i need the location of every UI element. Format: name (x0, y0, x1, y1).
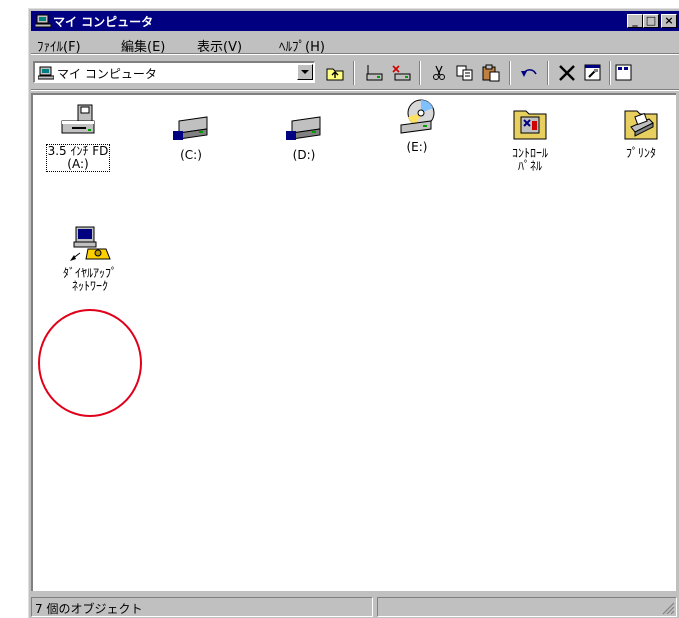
item-drive-d[interactable]: (D:) (259, 107, 349, 162)
disconnect-drive-icon (392, 65, 411, 81)
content-pane[interactable]: 3.5 ｲﾝﾁ FD (A:) (C:) (D:) (E:) ｺﾝﾄﾛｰﾙ ﾊﾟ… (31, 93, 676, 591)
status-panel-main: 7 個のオブジェクト (31, 597, 373, 617)
item-drive-c[interactable]: (C:) (146, 107, 236, 162)
close-button[interactable]: × (661, 14, 677, 28)
explorer-window: マイ コンピュータ _ □ × ﾌｧｲﾙ(F) 編集(E) 表示(V) ﾍﾙﾌﾟ… (28, 8, 679, 618)
paste-button[interactable] (479, 62, 503, 84)
view-icons-icon (615, 64, 632, 81)
address-combobox[interactable]: マイ コンピュータ (33, 61, 315, 83)
item-label: (C:) (180, 148, 202, 162)
status-bar: 7 個のオブジェクト (31, 595, 679, 617)
delete-button[interactable] (555, 62, 579, 84)
maximize-button[interactable]: □ (643, 14, 659, 28)
window-title: マイ コンピュータ (53, 15, 154, 29)
cd-drive-icon (400, 99, 435, 134)
disconnect-drive-button[interactable] (389, 62, 413, 84)
status-panel-secondary (377, 597, 677, 617)
toolbar-separator (509, 61, 511, 85)
toolbar-separator (609, 61, 611, 85)
properties-icon (584, 64, 601, 81)
my-computer-icon (35, 14, 51, 28)
object-count: 7 個のオブジェクト (35, 602, 143, 616)
address-value: マイ コンピュータ (57, 67, 157, 81)
resize-grip-icon[interactable] (661, 601, 675, 615)
toolbar-divider (31, 89, 679, 91)
up-folder-button[interactable] (323, 62, 347, 84)
item-label: (D:) (292, 148, 316, 162)
printers-folder-icon (624, 110, 658, 140)
paste-icon (482, 64, 500, 82)
hard-drive-icon (286, 116, 321, 140)
hard-drive-icon (173, 116, 208, 140)
undo-icon (521, 69, 537, 77)
toolbar: マイ コンピュータ (31, 57, 679, 89)
toolbar-separator (419, 61, 421, 85)
minimize-button[interactable]: _ (627, 14, 643, 28)
item-control-panel[interactable]: ｺﾝﾄﾛｰﾙ ﾊﾟﾈﾙ (485, 105, 575, 173)
cut-icon (433, 65, 445, 80)
item-label: ﾌﾟﾘﾝﾀ (625, 146, 656, 160)
control-panel-icon (513, 110, 547, 140)
my-computer-icon (38, 66, 54, 80)
address-dropdown-button[interactable] (297, 64, 313, 80)
views-button[interactable] (615, 62, 639, 84)
toolbar-separator (353, 61, 355, 85)
menu-bar: ﾌｧｲﾙ(F) 編集(E) 表示(V) ﾍﾙﾌﾟ(H) (31, 33, 679, 55)
annotation-circle (38, 309, 142, 417)
item-label: ﾀﾞｲﾔﾙｱｯﾌﾟ ﾈｯﾄﾜｰｸ (62, 266, 117, 293)
item-drive-e[interactable]: (E:) (372, 99, 462, 154)
undo-button[interactable] (517, 62, 541, 84)
item-floppy-drive[interactable]: 3.5 ｲﾝﾁ FD (A:) (33, 103, 123, 172)
cut-button[interactable] (427, 62, 451, 84)
chevron-down-icon (301, 70, 309, 74)
map-drive-icon (366, 65, 383, 81)
item-label: ｺﾝﾄﾛｰﾙ ﾊﾟﾈﾙ (511, 146, 548, 173)
item-printers[interactable]: ﾌﾟﾘﾝﾀ (596, 105, 679, 160)
title-bar[interactable]: マイ コンピュータ _ □ × (31, 11, 679, 31)
map-drive-button[interactable] (361, 62, 385, 84)
delete-icon (559, 65, 575, 81)
copy-icon (456, 65, 473, 81)
item-label: 3.5 ｲﾝﾁ FD (A:) (45, 144, 111, 172)
properties-button[interactable] (581, 62, 605, 84)
up-folder-icon (326, 68, 344, 81)
dialup-networking-icon (70, 226, 111, 261)
item-dialup-networking[interactable]: ﾀﾞｲﾔﾙｱｯﾌﾟ ﾈｯﾄﾜｰｸ (45, 225, 135, 293)
toolbar-separator (547, 61, 549, 85)
menu-divider (31, 53, 679, 55)
item-label: (E:) (406, 140, 428, 154)
floppy-drive-icon (61, 104, 95, 134)
copy-button[interactable] (453, 62, 477, 84)
